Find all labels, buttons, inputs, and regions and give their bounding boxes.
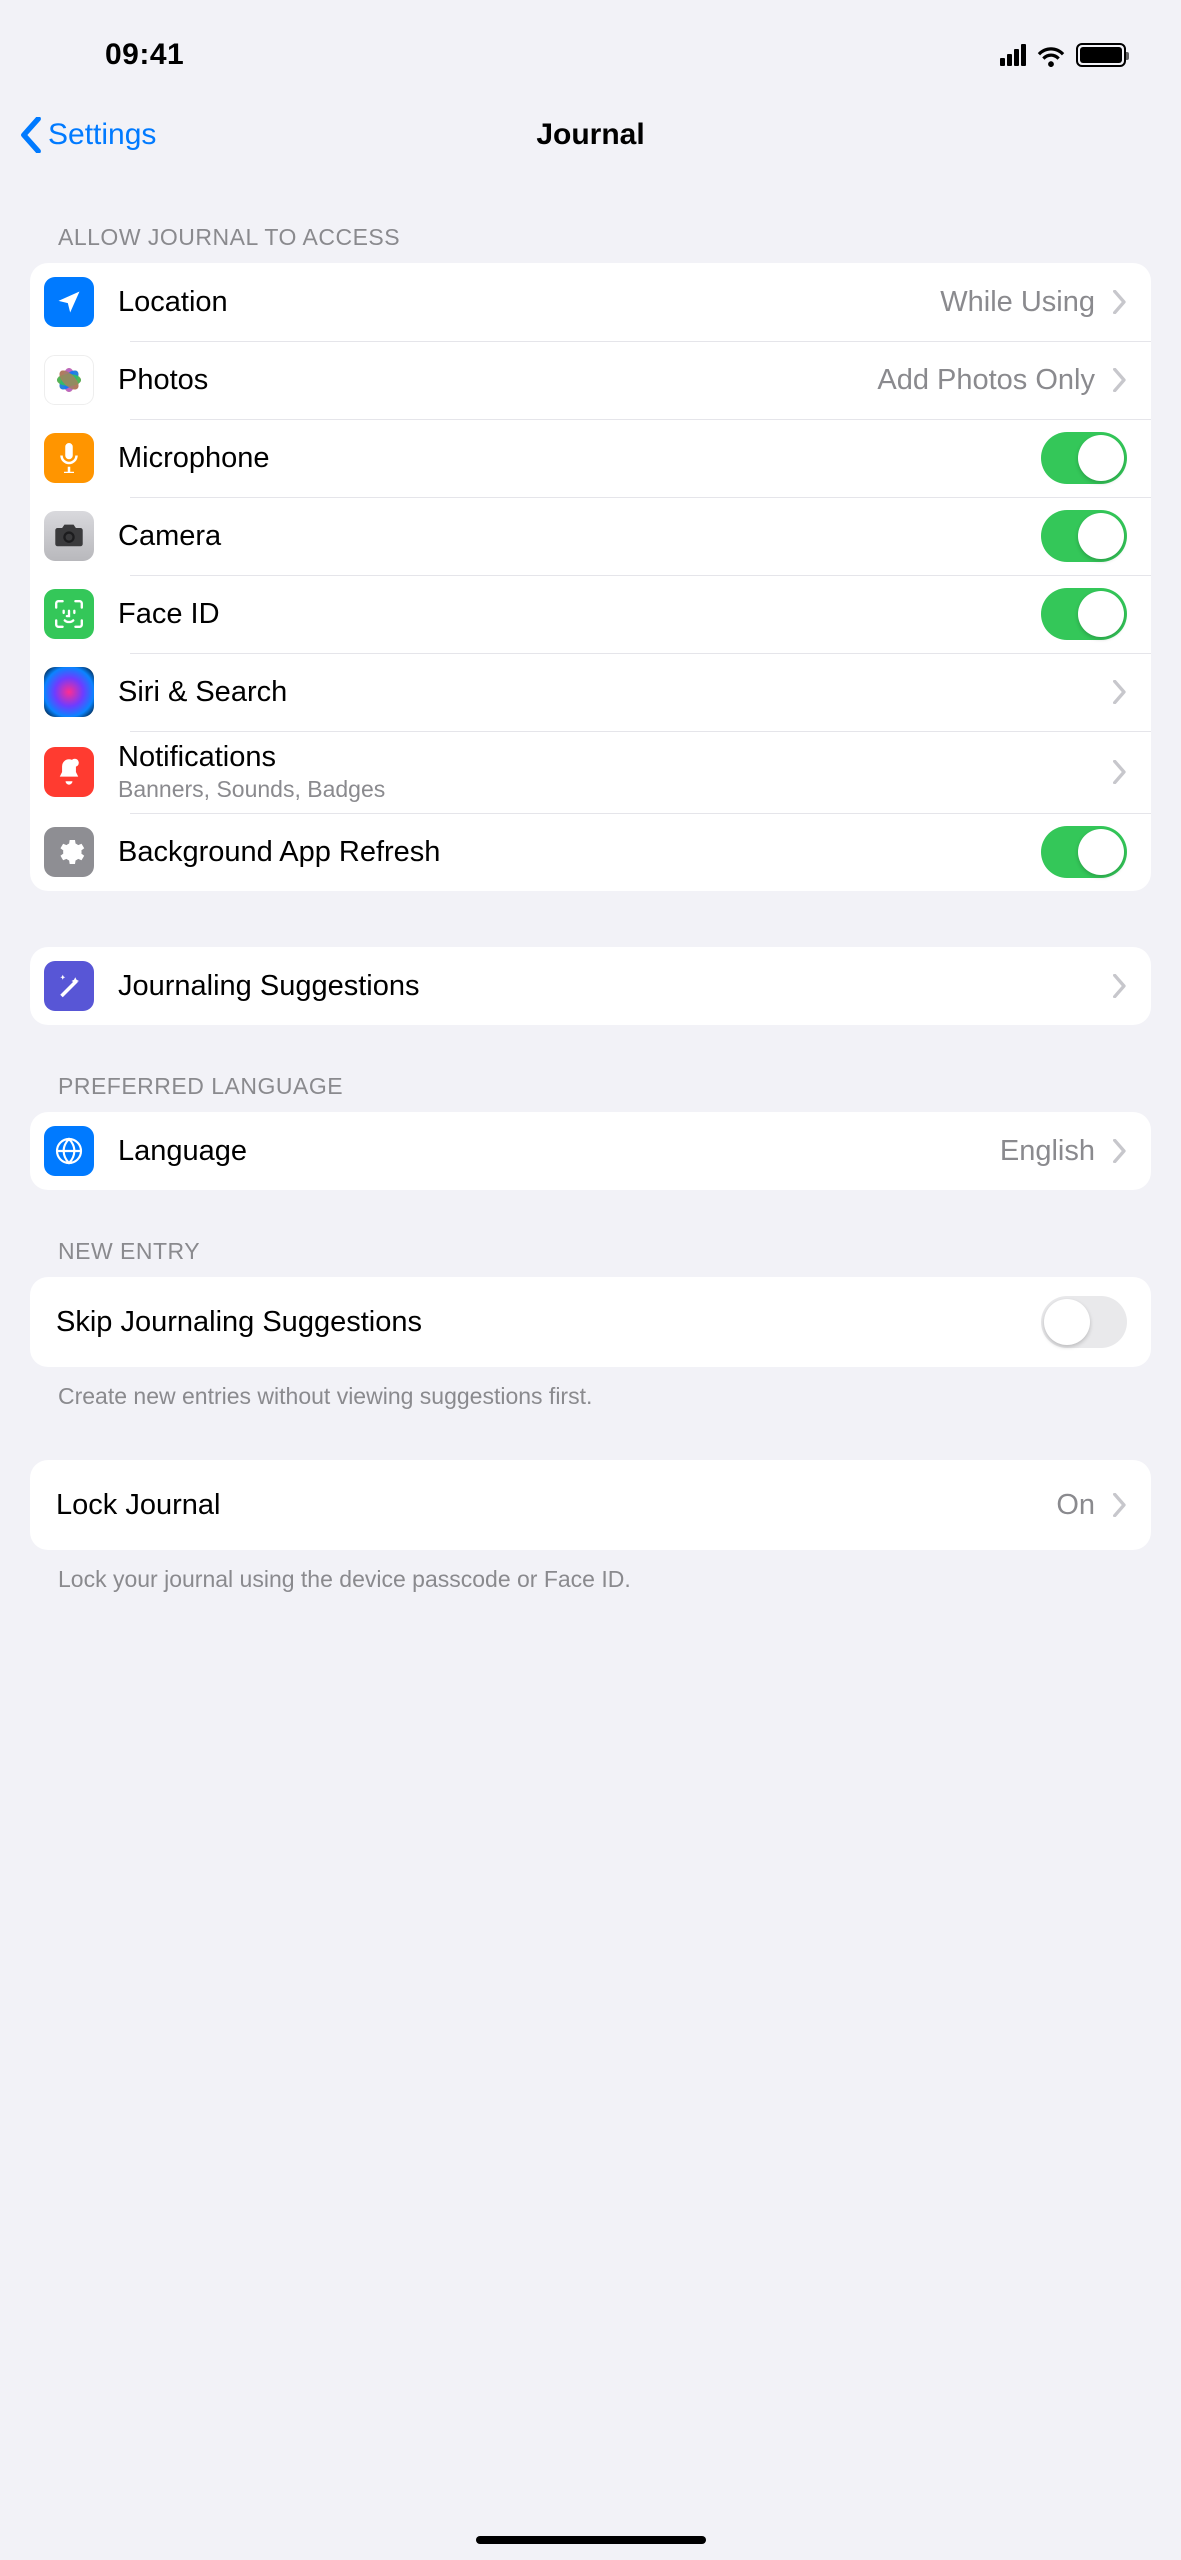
row-location[interactable]: Location While Using — [30, 263, 1151, 341]
toggle-microphone[interactable] — [1041, 432, 1127, 484]
chevron-right-icon — [1113, 1139, 1127, 1163]
row-microphone: Microphone — [30, 419, 1151, 497]
row-label: Lock Journal — [56, 1489, 1056, 1522]
nav-bar: Settings Journal — [0, 90, 1181, 180]
row-label: Background App Refresh — [118, 836, 1041, 869]
row-photos[interactable]: Photos Add Photos Only — [30, 341, 1151, 419]
toggle-faceid[interactable] — [1041, 588, 1127, 640]
row-label: Siri & Search — [118, 676, 1105, 709]
chevron-right-icon — [1113, 1493, 1127, 1517]
chevron-right-icon — [1113, 974, 1127, 998]
status-bar: 09:41 — [0, 0, 1181, 90]
row-label: Microphone — [118, 442, 1041, 475]
chevron-right-icon — [1113, 290, 1127, 314]
row-value: English — [1000, 1135, 1095, 1168]
section-header-newentry: New Entry — [30, 1238, 1151, 1277]
page-title: Journal — [536, 118, 644, 152]
row-value: Add Photos Only — [877, 364, 1095, 397]
row-label: Location — [118, 286, 940, 319]
row-skip-suggestions: Skip Journaling Suggestions — [30, 1277, 1151, 1367]
chevron-right-icon — [1113, 760, 1127, 784]
chevron-right-icon — [1113, 680, 1127, 704]
back-label: Settings — [48, 118, 156, 152]
row-background-refresh: Background App Refresh — [30, 813, 1151, 891]
section-footer-newentry: Create new entries without viewing sugge… — [30, 1367, 1151, 1412]
row-label: Camera — [118, 520, 1041, 553]
faceid-icon — [44, 589, 94, 639]
row-lock-journal[interactable]: Lock Journal On — [30, 1460, 1151, 1550]
row-journaling-suggestions[interactable]: Journaling Suggestions — [30, 947, 1151, 1025]
row-label: Skip Journaling Suggestions — [56, 1306, 1041, 1339]
wifi-icon — [1036, 43, 1066, 67]
home-indicator[interactable] — [476, 2536, 706, 2544]
row-label: Face ID — [118, 598, 1041, 631]
row-value: While Using — [940, 286, 1095, 319]
photos-icon — [44, 355, 94, 405]
siri-icon — [44, 667, 94, 717]
gear-icon — [44, 827, 94, 877]
row-label: Journaling Suggestions — [118, 970, 1105, 1003]
battery-icon — [1076, 43, 1126, 67]
row-value: On — [1056, 1489, 1095, 1522]
row-label: Notifications — [118, 741, 1105, 774]
row-label: Photos — [118, 364, 877, 397]
row-sublabel: Banners, Sounds, Badges — [118, 776, 1105, 803]
cellular-icon — [1000, 44, 1026, 66]
section-new-entry: New Entry Skip Journaling Suggestions Cr… — [0, 1238, 1181, 1412]
wand-icon — [44, 961, 94, 1011]
section-language: Preferred Language Language English — [0, 1073, 1181, 1190]
row-label: Language — [118, 1135, 1000, 1168]
section-header-language: Preferred Language — [30, 1073, 1151, 1112]
section-footer-lock: Lock your journal using the device passc… — [30, 1550, 1151, 1595]
chevron-left-icon — [20, 117, 42, 153]
section-access: Allow Journal to Access Location While U… — [0, 224, 1181, 891]
status-indicators — [1000, 43, 1126, 67]
location-icon — [44, 277, 94, 327]
globe-icon — [44, 1126, 94, 1176]
section-header-access: Allow Journal to Access — [30, 224, 1151, 263]
row-faceid: Face ID — [30, 575, 1151, 653]
row-language[interactable]: Language English — [30, 1112, 1151, 1190]
chevron-right-icon — [1113, 368, 1127, 392]
microphone-icon — [44, 433, 94, 483]
row-notifications[interactable]: Notifications Banners, Sounds, Badges — [30, 731, 1151, 813]
notifications-icon — [44, 747, 94, 797]
back-button[interactable]: Settings — [20, 117, 156, 153]
status-time: 09:41 — [105, 38, 184, 72]
section-suggestions: Journaling Suggestions — [0, 947, 1181, 1025]
toggle-camera[interactable] — [1041, 510, 1127, 562]
section-lock: Lock Journal On Lock your journal using … — [0, 1460, 1181, 1595]
toggle-skip-suggestions[interactable] — [1041, 1296, 1127, 1348]
toggle-background-refresh[interactable] — [1041, 826, 1127, 878]
row-siri[interactable]: Siri & Search — [30, 653, 1151, 731]
row-camera: Camera — [30, 497, 1151, 575]
camera-icon — [44, 511, 94, 561]
